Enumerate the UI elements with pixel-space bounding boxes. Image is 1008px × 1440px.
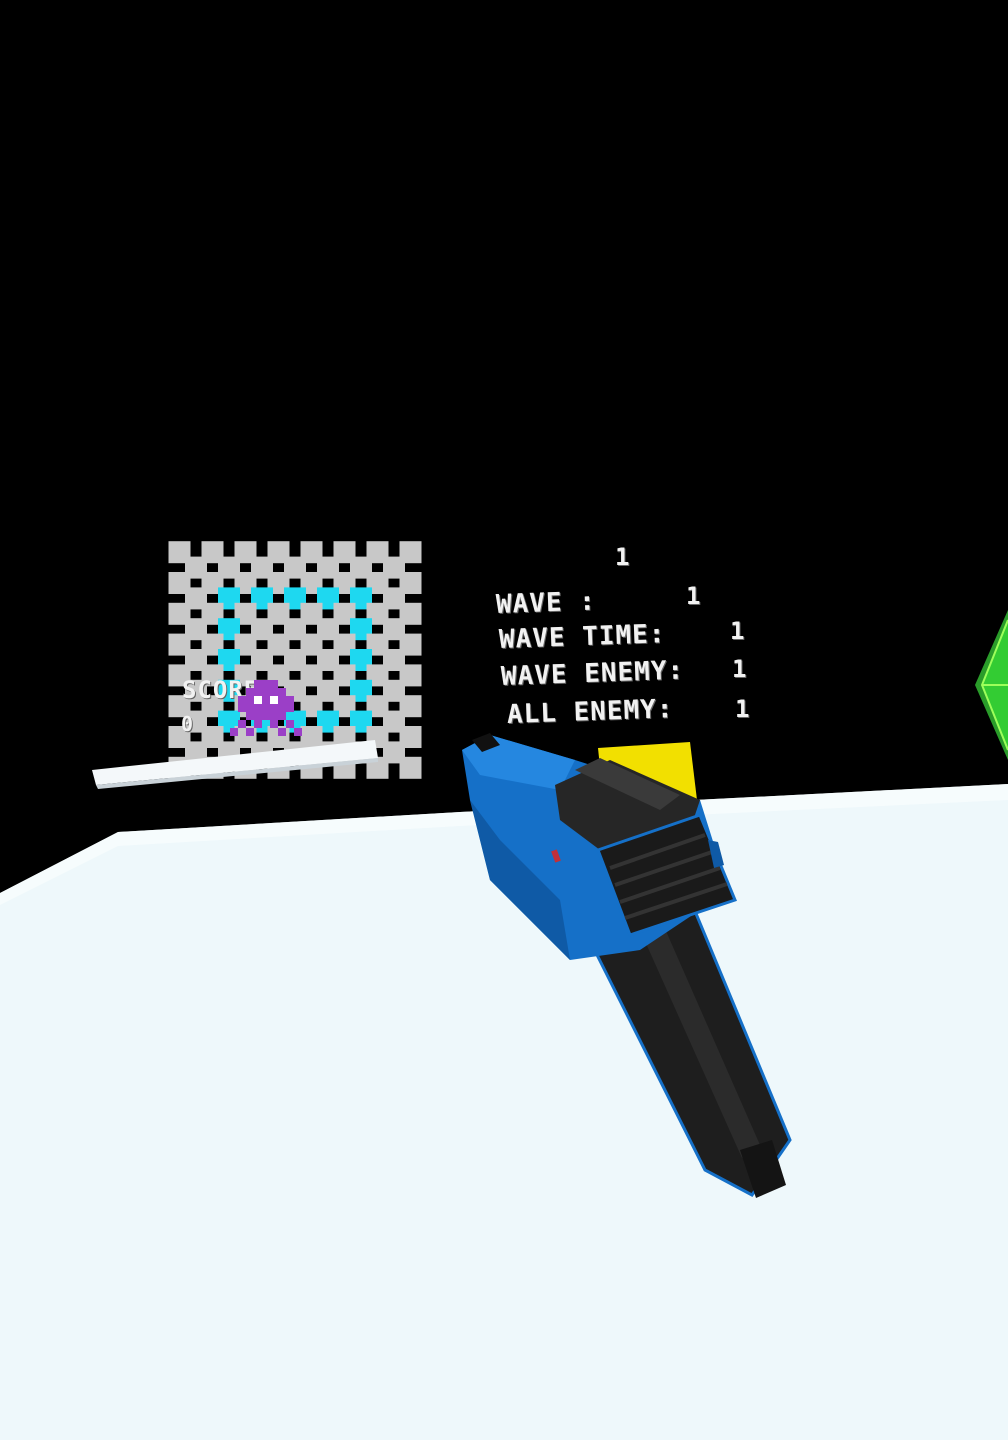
game-viewport[interactable]: SCORE 0 1 WAVE : 1 WAVE TIME: 1 WAVE ENE… [0, 0, 1008, 1440]
blue-blaster-icon[interactable] [0, 0, 1008, 1440]
